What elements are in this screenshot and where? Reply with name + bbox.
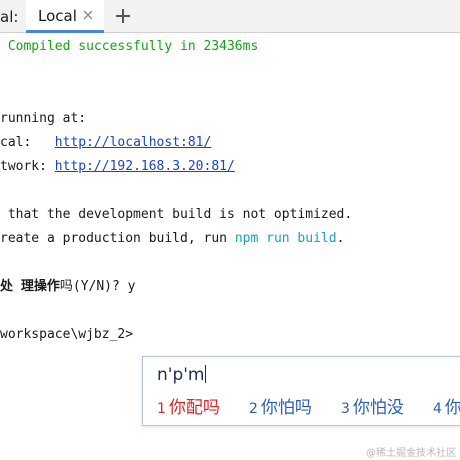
compile-status-line: Compiled successfully in 23436ms	[0, 39, 259, 54]
prompt-answer: (Y/N)? y	[72, 279, 136, 294]
production-build-note-line: reate a production build, run npm run bu…	[0, 231, 344, 247]
prompt-cjk-question: 吗	[59, 279, 73, 294]
running-at-line: running at:	[0, 111, 87, 126]
ime-candidate-text: 你怕吗	[260, 398, 312, 418]
tab-active-indicator	[26, 30, 104, 33]
dev-build-note-line: that the development build is not optimi…	[0, 207, 353, 222]
ime-input-text: n'p'm	[157, 365, 205, 385]
local-url-link[interactable]: http://localhost:81/	[55, 135, 212, 150]
plus-icon[interactable]	[114, 7, 132, 25]
batch-prompt-line: 处 理操作吗(Y/N)? y	[0, 279, 136, 295]
production-build-note-suffix: .	[336, 231, 345, 246]
tab-local-label: Local	[38, 7, 77, 25]
prompt-cjk-text: 理操作	[20, 279, 60, 294]
ime-candidate-text: 你怕没	[352, 398, 404, 418]
ime-caret	[205, 365, 207, 383]
npm-run-build-command: npm run build	[234, 231, 337, 246]
terminal-tab-bar: al: Local	[0, 0, 460, 33]
prompt-cjk-char: 处	[0, 279, 14, 294]
tab-local[interactable]: Local	[26, 0, 104, 33]
production-build-note-text: reate a production build, run	[0, 231, 235, 246]
ime-candidate-3[interactable]: 3 你怕没	[341, 393, 404, 418]
network-url-link[interactable]: http://192.168.3.20:81/	[55, 159, 235, 174]
ime-candidate-2[interactable]: 2 你怕吗	[249, 393, 312, 418]
ime-candidate-text: 你配吗	[168, 398, 220, 418]
local-address-line: cal: http://localhost:81/	[0, 135, 211, 151]
close-icon[interactable]	[82, 9, 94, 21]
ime-composition-text: n'p'm	[157, 365, 207, 385]
shell-prompt-line: workspace\wjbz_2>	[0, 327, 134, 342]
network-address-line: twork: http://192.168.3.20:81/	[0, 159, 235, 175]
ime-candidate-4[interactable]: 4你	[433, 393, 460, 418]
ime-candidate-1[interactable]: 1 你配吗	[157, 393, 220, 418]
tab-prefix-label: al:	[0, 8, 19, 26]
local-label: cal:	[0, 135, 55, 150]
ime-candidate-number: 2	[249, 401, 258, 417]
ime-candidate-text: 你	[444, 398, 460, 418]
ime-candidate-number: 3	[341, 401, 350, 417]
watermark: @稀土掘金技术社区	[366, 448, 456, 459]
network-label: twork:	[0, 159, 55, 174]
ime-candidate-number: 1	[157, 401, 166, 417]
ime-candidate-window[interactable]: n'p'm 1 你配吗 2 你怕吗 3 你怕没 4你	[142, 356, 460, 426]
ime-candidate-number: 4	[433, 401, 442, 417]
